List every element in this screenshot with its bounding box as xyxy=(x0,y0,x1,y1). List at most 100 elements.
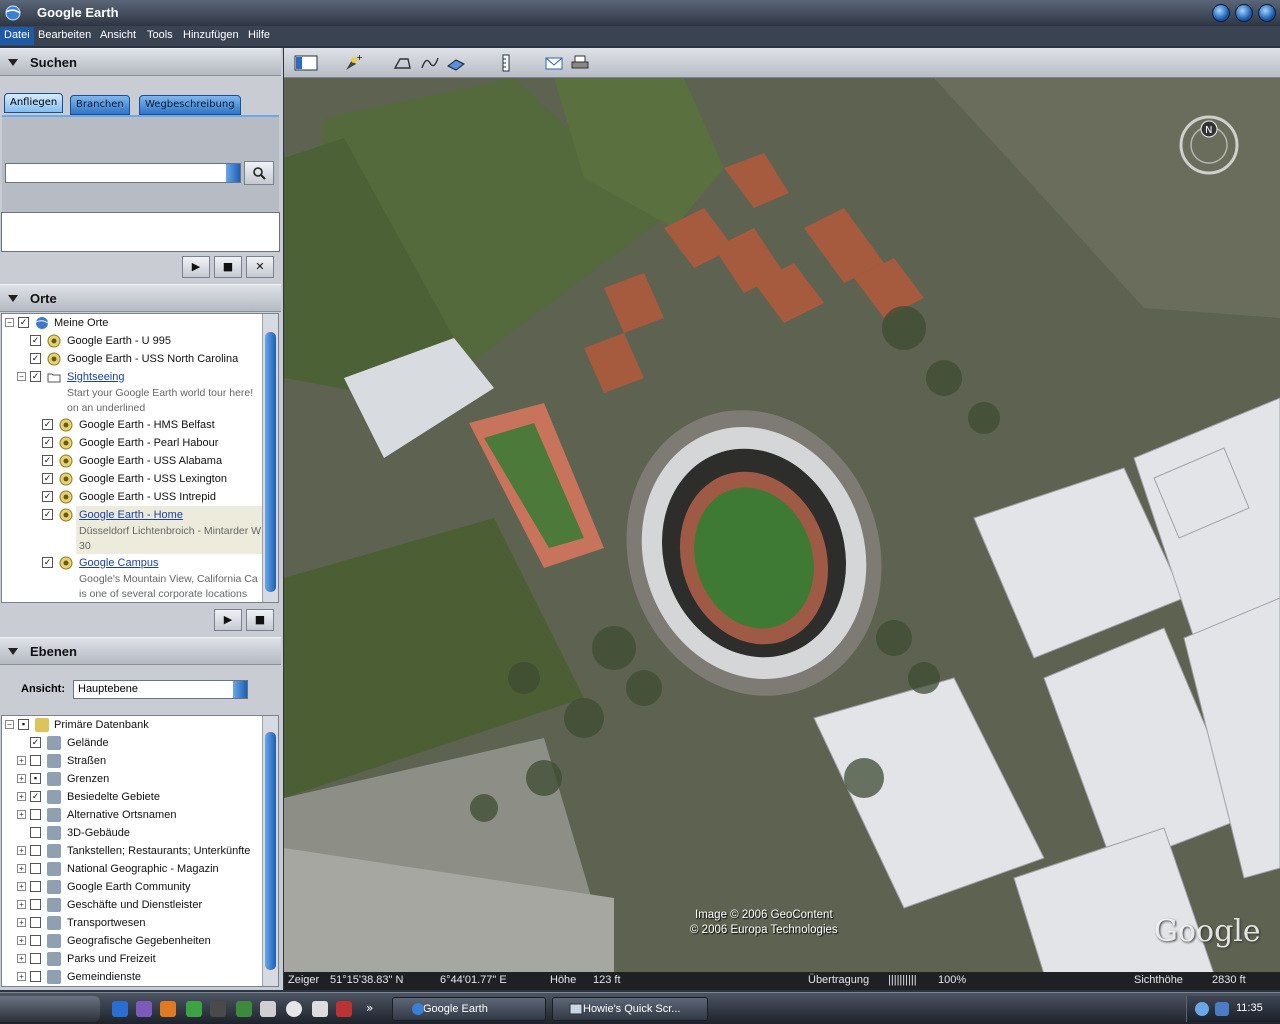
checkbox[interactable] xyxy=(30,953,41,964)
expand-icon[interactable]: + xyxy=(17,936,26,945)
sidebar-toggle-icon[interactable] xyxy=(294,54,318,72)
checkbox[interactable] xyxy=(30,863,41,874)
checkbox[interactable] xyxy=(30,935,41,946)
menu-hilfe[interactable]: Hilfe xyxy=(248,29,270,41)
layers-scrollbar[interactable] xyxy=(262,716,278,986)
places-panel-header[interactable]: Orte xyxy=(0,284,281,312)
checkbox[interactable] xyxy=(30,917,41,928)
stop-button[interactable]: ■ xyxy=(214,256,242,278)
add-path-icon[interactable] xyxy=(420,54,440,72)
quicklaunch-icon[interactable] xyxy=(186,1001,202,1017)
checkbox[interactable] xyxy=(30,809,41,820)
checkbox[interactable]: ✓ xyxy=(42,557,53,568)
print-icon[interactable] xyxy=(570,54,590,72)
expand-icon[interactable]: + xyxy=(17,792,26,801)
quicklaunch-more-chevron[interactable]: » xyxy=(366,1001,373,1015)
task-google-earth[interactable]: Google Earth xyxy=(392,997,546,1021)
checkbox[interactable]: ✓ xyxy=(42,455,53,466)
add-placemark-icon[interactable]: + xyxy=(342,54,362,72)
checkbox[interactable]: ✓ xyxy=(42,509,53,520)
checkbox[interactable] xyxy=(30,845,41,856)
firefox-icon[interactable] xyxy=(160,1001,176,1017)
view-select[interactable]: Hauptebene xyxy=(73,680,248,699)
tree-item-label[interactable]: Google Campus xyxy=(79,554,159,572)
checkbox[interactable] xyxy=(30,755,41,766)
expand-icon[interactable]: + xyxy=(17,846,26,855)
play-button[interactable]: ▶ xyxy=(182,256,210,278)
quicklaunch-icon[interactable] xyxy=(312,1001,328,1017)
checkbox[interactable]: ✓ xyxy=(30,335,41,346)
expand-icon[interactable]: + xyxy=(17,774,26,783)
menu-hinzufuegen[interactable]: Hinzufügen xyxy=(183,29,239,41)
map-view[interactable]: N Image © 2006 GeoContent © 2006 Europa … xyxy=(284,78,1280,974)
expand-icon[interactable]: + xyxy=(17,972,26,981)
collapse-icon[interactable]: − xyxy=(5,318,14,327)
ie-icon[interactable] xyxy=(112,1001,128,1017)
checkbox[interactable] xyxy=(30,899,41,910)
checkbox[interactable]: ✓ xyxy=(42,491,53,502)
tab-anfliegen[interactable]: Anfliegen xyxy=(4,93,64,113)
task-howies-quick-screen[interactable]: Howie's Quick Scr... xyxy=(552,997,708,1021)
checkbox[interactable]: ✓ xyxy=(42,419,53,430)
checkbox[interactable]: ▪ xyxy=(30,773,41,784)
checkbox[interactable] xyxy=(30,881,41,892)
places-stop-button[interactable]: ■ xyxy=(246,609,274,631)
tree-item-label[interactable]: Sightseeing xyxy=(67,368,125,386)
media-player-icon[interactable] xyxy=(286,1001,302,1017)
quicklaunch-icon[interactable] xyxy=(210,1001,226,1017)
close-button[interactable] xyxy=(1258,4,1276,22)
layer-item-label: Grenzen xyxy=(67,773,110,785)
expand-icon[interactable]: + xyxy=(17,882,26,891)
places-scrollbar[interactable] xyxy=(262,314,278,602)
quicklaunch-icon[interactable] xyxy=(236,1001,252,1017)
add-polygon-icon[interactable] xyxy=(392,54,412,72)
menu-ansicht[interactable]: Ansicht xyxy=(100,29,136,41)
tab-wegbeschreibung[interactable]: Wegbeschreibung xyxy=(139,95,241,115)
scrollbar-thumb[interactable] xyxy=(265,732,276,970)
checkbox[interactable]: ✓ xyxy=(30,737,41,748)
checkbox[interactable]: ✓ xyxy=(18,317,29,328)
checkbox[interactable]: ✓ xyxy=(30,353,41,364)
scrollbar-thumb[interactable] xyxy=(265,332,276,592)
checkbox[interactable]: ✓ xyxy=(42,437,53,448)
checkbox[interactable] xyxy=(30,971,41,982)
tray-icon[interactable] xyxy=(1195,1002,1209,1016)
search-panel-header[interactable]: Suchen xyxy=(0,48,281,76)
expand-icon[interactable]: + xyxy=(17,918,26,927)
email-icon[interactable] xyxy=(544,54,564,72)
expand-icon[interactable]: + xyxy=(17,810,26,819)
quicklaunch-icon[interactable] xyxy=(336,1001,352,1017)
expand-icon[interactable]: + xyxy=(17,756,26,765)
collapse-icon[interactable]: − xyxy=(5,720,14,729)
start-button[interactable] xyxy=(0,996,100,1022)
clear-button[interactable]: ✕ xyxy=(246,256,274,278)
checkbox[interactable]: ✓ xyxy=(30,371,41,382)
dropdown-arrow-icon[interactable] xyxy=(226,164,240,182)
quicklaunch-icon[interactable] xyxy=(260,1001,276,1017)
layers-panel-header[interactable]: Ebenen xyxy=(0,637,281,665)
network-tray-icon[interactable] xyxy=(1215,1002,1229,1016)
quicklaunch-icon[interactable] xyxy=(136,1001,152,1017)
expand-icon[interactable]: + xyxy=(17,864,26,873)
checkbox[interactable] xyxy=(30,827,41,838)
search-button[interactable] xyxy=(244,161,274,185)
tab-branchen[interactable]: Branchen xyxy=(70,95,130,115)
minimize-button[interactable] xyxy=(1212,4,1230,22)
checkbox[interactable]: ✓ xyxy=(42,473,53,484)
menu-bearbeiten[interactable]: Bearbeiten xyxy=(38,29,91,41)
menu-tools[interactable]: Tools xyxy=(147,29,173,41)
collapse-icon[interactable]: − xyxy=(17,372,26,381)
add-image-overlay-icon[interactable] xyxy=(446,54,466,72)
satellite-imagery[interactable]: N xyxy=(284,78,1280,974)
checkbox[interactable]: ✓ xyxy=(30,791,41,802)
checkbox[interactable]: ▪ xyxy=(18,719,29,730)
dropdown-arrow-icon[interactable] xyxy=(233,681,247,698)
expand-icon[interactable]: + xyxy=(17,900,26,909)
maximize-button[interactable] xyxy=(1235,4,1253,22)
tree-item-label[interactable]: Google Earth - Home xyxy=(79,506,183,524)
menu-datei[interactable]: Datei xyxy=(0,27,34,45)
search-input[interactable] xyxy=(5,163,241,183)
places-play-button[interactable]: ▶ xyxy=(214,609,242,631)
ruler-icon[interactable] xyxy=(496,54,516,72)
expand-icon[interactable]: + xyxy=(17,954,26,963)
